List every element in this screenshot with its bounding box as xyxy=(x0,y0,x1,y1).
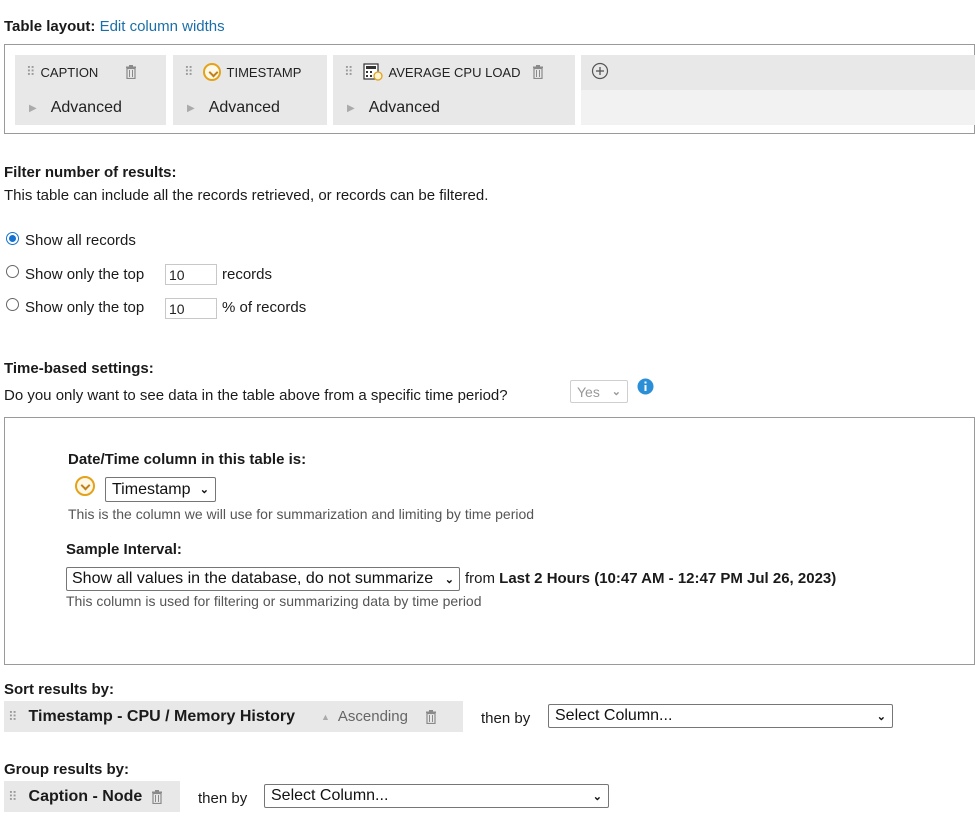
chevron-down-icon: ⌄ xyxy=(444,573,454,586)
table-layout-label: Table layout: xyxy=(4,18,96,35)
sort-order-label[interactable]: Ascending xyxy=(338,708,408,725)
group-then-by-select[interactable]: Select Column... ⌄ xyxy=(264,784,609,808)
top-percent-radio[interactable] xyxy=(6,298,19,311)
column-name: AVERAGE CPU LOAD xyxy=(388,64,521,80)
column-name: CAPTION xyxy=(40,64,99,80)
sort-field-chip[interactable]: ⠿ Timestamp - CPU / Memory History ▲ Asc… xyxy=(4,701,463,732)
from-label: from xyxy=(465,570,495,587)
datetime-column-select[interactable]: Timestamp ⌄ xyxy=(105,477,216,502)
top-records-suffix: records xyxy=(222,266,273,283)
time-settings-title: Time-based settings: xyxy=(4,360,154,377)
top-percent-input[interactable] xyxy=(165,298,217,319)
sample-interval-select[interactable]: Show all values in the database, do not … xyxy=(66,567,460,591)
time-period-select[interactable]: Yes ⌄ xyxy=(570,380,628,403)
time-period-select-value: Yes xyxy=(577,383,600,400)
date-range-link[interactable]: Last 2 Hours (10:47 AM - 12:47 PM Jul 26… xyxy=(499,570,836,587)
advanced-label: Advanced xyxy=(208,99,280,116)
drag-handle-icon[interactable]: ⠿ xyxy=(26,64,35,80)
show-all-label: Show all records xyxy=(25,232,136,249)
clock-icon xyxy=(75,476,95,496)
group-then-by-label: then by xyxy=(198,790,248,807)
chevron-down-icon: ⌄ xyxy=(592,790,602,803)
column-card-timestamp[interactable]: ⠿ TIMESTAMP ▶ Advanced xyxy=(173,55,327,125)
advanced-toggle[interactable]: ▶ Advanced xyxy=(333,91,575,125)
drag-handle-icon[interactable]: ⠿ xyxy=(344,64,353,80)
show-all-radio[interactable] xyxy=(6,232,19,245)
advanced-label: Advanced xyxy=(368,99,440,116)
expand-triangle-icon: ▶ xyxy=(29,102,37,114)
top-percent-suffix: % of records xyxy=(222,299,307,316)
chevron-down-icon: ⌄ xyxy=(199,484,209,496)
top-records-label: Show only the top xyxy=(25,266,145,283)
filter-title: Filter number of results: xyxy=(4,164,177,181)
edit-column-widths-link[interactable]: Edit column widths xyxy=(100,18,225,35)
drag-handle-icon[interactable]: ⠿ xyxy=(8,789,17,805)
add-column-header xyxy=(581,55,975,90)
trash-icon[interactable] xyxy=(124,65,138,79)
sample-interval-label: Sample Interval: xyxy=(66,541,182,558)
drag-handle-icon[interactable]: ⠿ xyxy=(184,64,193,80)
table-layout-box: ⠿ CAPTION ▶ Advanced ⠿ TIMESTAMP ▶ Advan… xyxy=(4,44,975,134)
sort-then-by-value: Select Column... xyxy=(555,707,673,724)
time-period-question: Do you only want to see data in the tabl… xyxy=(4,387,508,404)
table-layout-header: Table layout: Edit column widths xyxy=(4,18,225,35)
column-card-caption[interactable]: ⠿ CAPTION ▶ Advanced xyxy=(15,55,166,125)
calculator-icon xyxy=(362,63,383,81)
sort-then-by-label: then by xyxy=(481,710,531,727)
time-settings-panel: Date/Time column in this table is: Times… xyxy=(4,417,975,665)
clock-icon xyxy=(202,63,221,81)
top-records-input[interactable] xyxy=(165,264,217,285)
chevron-down-icon: ⌄ xyxy=(611,386,621,398)
sort-direction-icon[interactable]: ▲ xyxy=(321,712,330,722)
group-field-label: Caption - Node xyxy=(28,787,143,805)
column-name: TIMESTAMP xyxy=(226,64,302,80)
sample-interval-value: Show all values in the database, do not … xyxy=(72,570,434,587)
advanced-toggle[interactable]: ▶ Advanced xyxy=(15,91,166,125)
advanced-label: Advanced xyxy=(50,99,122,116)
datetime-column-label: Date/Time column in this table is: xyxy=(68,451,307,468)
info-icon[interactable] xyxy=(637,378,654,395)
datetime-help: This is the column we will use for summa… xyxy=(68,506,535,522)
trash-icon[interactable] xyxy=(531,65,545,79)
sample-interval-help: This column is used for filtering or sum… xyxy=(66,593,482,609)
sort-field-label: Timestamp - CPU / Memory History xyxy=(28,707,295,725)
add-column-body xyxy=(581,90,975,125)
sort-then-by-select[interactable]: Select Column... ⌄ xyxy=(548,704,893,728)
add-column-plus-icon[interactable] xyxy=(591,62,609,80)
add-column-area xyxy=(581,55,975,125)
group-then-by-value: Select Column... xyxy=(271,787,389,804)
drag-handle-icon[interactable]: ⠿ xyxy=(8,709,17,725)
date-range: from Last 2 Hours (10:47 AM - 12:47 PM J… xyxy=(465,570,836,587)
group-title: Group results by: xyxy=(4,761,130,778)
trash-icon[interactable] xyxy=(424,709,438,724)
top-percent-label: Show only the top xyxy=(25,299,145,316)
expand-triangle-icon: ▶ xyxy=(187,102,195,114)
column-card-average-cpu-load[interactable]: ⠿ AVERAGE CPU LOAD ▶ Advanced xyxy=(333,55,575,125)
top-records-radio[interactable] xyxy=(6,265,19,278)
chevron-down-icon: ⌄ xyxy=(876,710,886,723)
datetime-column-value: Timestamp xyxy=(112,480,191,498)
trash-icon[interactable] xyxy=(150,789,164,804)
filter-description: This table can include all the records r… xyxy=(4,187,489,204)
group-field-chip[interactable]: ⠿ Caption - Node xyxy=(4,781,180,812)
expand-triangle-icon: ▶ xyxy=(347,102,355,114)
advanced-toggle[interactable]: ▶ Advanced xyxy=(173,91,327,125)
sort-title: Sort results by: xyxy=(4,681,115,698)
